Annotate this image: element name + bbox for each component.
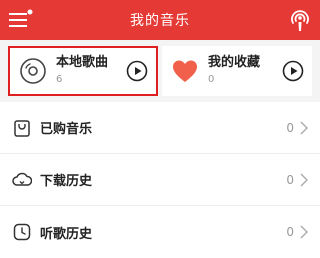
list-item-count: 0 (286, 120, 294, 135)
chevron-right-icon (300, 173, 308, 186)
favorites-card[interactable]: 我的收藏 0 (162, 46, 312, 96)
local-songs-text: 本地歌曲 6 (56, 55, 126, 87)
app-header: 我的音乐 (0, 0, 320, 40)
favorites-label: 我的收藏 (208, 55, 261, 70)
page-title: 我的音乐 (130, 13, 190, 29)
music-menu-list: 已购音乐 0 下载历史 0 听歌历史 0 (0, 102, 320, 258)
quick-access-cards: 本地歌曲 6 我的收藏 0 (0, 40, 320, 102)
favorites-count: 0 (208, 74, 215, 85)
podcast-icon[interactable] (288, 7, 312, 33)
disc-icon (20, 58, 46, 84)
list-item-purchased[interactable]: 已购音乐 0 (0, 102, 320, 154)
chevron-right-icon (300, 225, 308, 239)
list-item-label: 下载历史 (40, 174, 93, 189)
chevron-right-icon (300, 121, 308, 134)
list-item-downloads[interactable]: 下载历史 0 (0, 154, 320, 206)
list-item-label: 听歌历史 (40, 226, 93, 242)
favorites-text: 我的收藏 0 (208, 55, 282, 87)
list-item-count: 0 (286, 172, 294, 187)
heart-icon (173, 60, 197, 82)
menu-icon[interactable] (8, 9, 34, 31)
play-local-button[interactable] (126, 60, 148, 82)
play-favorites-button[interactable] (282, 60, 304, 82)
list-item-label: 已购音乐 (40, 122, 93, 137)
local-songs-card[interactable]: 本地歌曲 6 (8, 46, 158, 96)
list-item-count: 0 (286, 225, 294, 239)
cloud-download-icon (12, 172, 32, 186)
bag-icon (14, 119, 30, 137)
local-songs-count: 6 (56, 74, 63, 85)
local-songs-label: 本地歌曲 (56, 55, 109, 70)
list-item-history[interactable]: 听歌历史 0 (0, 206, 320, 258)
clock-icon (13, 223, 31, 241)
